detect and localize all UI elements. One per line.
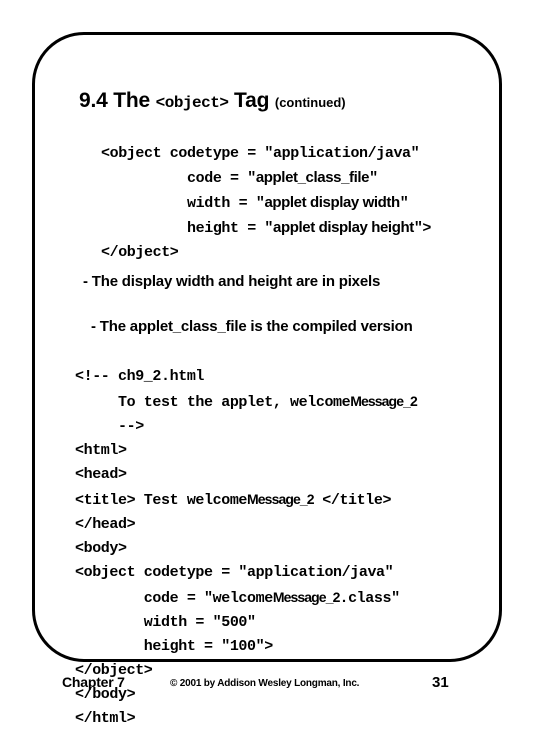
syntax-line-4-label: height = " <box>101 220 274 237</box>
example-line-6-narrow: Message_2 <box>247 491 315 507</box>
example-line-15: </html> <box>75 710 136 727</box>
syntax-line-2-label: code = " <box>101 170 256 187</box>
syntax-height-placeholder: applet display height <box>273 219 414 236</box>
bullet-class-file: - The applet_class_file is the compiled … <box>91 318 413 335</box>
slide-frame: 9.4 The <object> Tag (continued) <object… <box>32 32 502 727</box>
syntax-line-1: <object codetype = "application/java" <box>101 145 420 162</box>
syntax-width-placeholder: applet display width <box>264 194 400 211</box>
slide-footer: Chapter 7 © 2001 by Addison Wesley Longm… <box>0 672 540 702</box>
example-line-8: <body> <box>75 540 127 557</box>
object-tag-syntax-code: <object codetype = "application/java" co… <box>101 142 431 265</box>
syntax-line-5: </object> <box>101 244 179 261</box>
example-line-3: --> <box>75 418 144 435</box>
footer-page-number: 31 <box>432 674 449 691</box>
title-prefix: 9.4 The <box>79 89 156 112</box>
syntax-line-4-end: "> <box>413 220 432 237</box>
example-line-10-narrow: Message_2 <box>272 589 341 605</box>
example-line-6-pre: <title> Test welcome <box>75 492 248 509</box>
syntax-line-2-end: " <box>369 170 378 187</box>
footer-chapter-label: Chapter 7 <box>62 674 125 690</box>
example-line-12: height = "100"> <box>75 638 273 655</box>
bullet-display-dimensions: - The display width and height are in pi… <box>83 273 381 290</box>
example-line-2-pre: To test the applet, welcome <box>75 394 351 411</box>
example-line-2-narrow: Message_2 <box>350 393 418 409</box>
footer-copyright-notice: © 2001 by Addison Wesley Longman, Inc. <box>170 678 360 689</box>
syntax-line-3-end: " <box>399 195 409 212</box>
title-object-tag: <object> <box>155 94 229 112</box>
example-line-4: <html> <box>75 442 127 459</box>
example-line-11: width = "500" <box>75 614 256 631</box>
syntax-line-3-label: width = " <box>101 195 265 212</box>
example-line-5: <head> <box>75 466 127 483</box>
example-line-7: </head> <box>75 516 136 533</box>
title-middle: Tag <box>228 89 275 112</box>
example-line-10-post: .class" <box>339 590 400 607</box>
example-line-6-post: </title> <box>313 492 392 509</box>
example-line-1: <!-- ch9_2.html <box>75 368 205 385</box>
title-continued-note: (continued) <box>274 95 346 110</box>
syntax-code-placeholder: applet_class_file <box>255 169 370 186</box>
example-line-9: <object codetype = "application/java" <box>75 564 394 581</box>
example-line-10-pre: code = "welcome <box>75 590 273 607</box>
page-title: 9.4 The <object> Tag (continued) <box>79 90 346 111</box>
